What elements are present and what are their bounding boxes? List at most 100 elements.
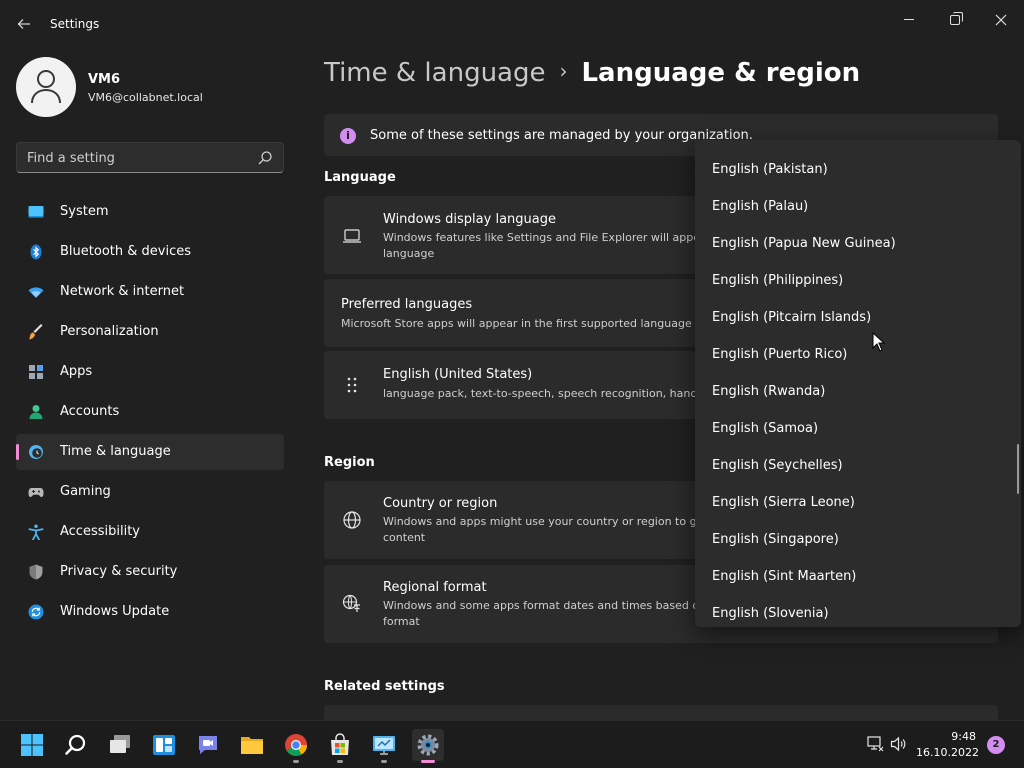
dropdown-option[interactable]: English (Samoa) [695, 411, 1021, 448]
dropdown-top-padding [695, 140, 1021, 152]
sidebar-item-windows-update[interactable]: Windows Update [16, 594, 284, 630]
search-icon [65, 734, 86, 755]
breadcrumb-parent[interactable]: Time & language [324, 58, 545, 88]
sidebar-item-privacy[interactable]: Privacy & security [16, 554, 284, 590]
card-title: English (United States) [383, 367, 533, 382]
running-indicator [293, 760, 299, 763]
file-explorer-icon [241, 737, 263, 754]
card-title: Regional format [383, 580, 487, 595]
search-input[interactable] [27, 149, 247, 167]
mouse-cursor-icon [872, 332, 886, 352]
system-icon [28, 206, 44, 218]
taskbar-search-button[interactable] [60, 729, 92, 761]
settings-button[interactable] [412, 729, 444, 763]
chrome-button[interactable] [280, 729, 312, 763]
dropdown-scrollbar[interactable] [1017, 444, 1019, 494]
globe-icon [343, 511, 361, 529]
back-button[interactable] [12, 12, 36, 36]
dropdown-option[interactable]: English (Pakistan) [695, 152, 1021, 189]
search-icon[interactable] [257, 150, 273, 166]
clock-date[interactable]: 16.10.2022 [916, 746, 979, 759]
dropdown-option-label: English (Rwanda) [712, 384, 826, 399]
sidebar-item-bluetooth[interactable]: Bluetooth & devices [16, 234, 284, 270]
dropdown-option[interactable]: English (Pitcairn Islands) [695, 300, 1021, 337]
dropdown-option-label: English (Singapore) [712, 532, 839, 547]
sidebar-nav: System Bluetooth & devices Network & int… [16, 194, 284, 634]
sidebar-item-label: Network & internet [60, 284, 185, 299]
sidebar-item-network[interactable]: Network & internet [16, 274, 284, 310]
minimize-button[interactable] [886, 4, 932, 36]
sidebar-item-label: System [60, 204, 109, 219]
sidebar-item-label: Apps [60, 364, 93, 379]
related-settings-card[interactable] [324, 705, 998, 720]
store-button[interactable] [324, 729, 356, 763]
remote-desktop-button[interactable] [368, 729, 400, 763]
dropdown-option[interactable]: English (Seychelles) [695, 448, 1021, 485]
user-email: VM6@collabnet.local [88, 91, 203, 104]
task-view-button[interactable] [104, 729, 136, 761]
sidebar-item-label: Privacy & security [60, 564, 178, 579]
close-icon [995, 14, 1007, 25]
sidebar-item-gaming[interactable]: Gaming [16, 474, 284, 510]
store-icon [331, 733, 349, 755]
network-tray-icon[interactable] [866, 735, 884, 753]
dropdown-option[interactable]: English (Palau) [695, 189, 1021, 226]
widgets-button[interactable] [148, 729, 180, 761]
sidebar-item-label: Personalization [60, 324, 159, 339]
dropdown-option-label: English (Slovenia) [712, 606, 829, 621]
dropdown-option-label: English (Sint Maarten) [712, 569, 857, 584]
accessibility-icon [28, 524, 44, 540]
dropdown-option[interactable]: English (Puerto Rico) [695, 337, 1021, 374]
search-box [16, 142, 284, 173]
clock-time[interactable]: 9:48 [930, 730, 976, 743]
dropdown-option[interactable]: English (Philippines) [695, 263, 1021, 300]
dropdown-option-label: English (Pitcairn Islands) [712, 310, 872, 325]
page-title: Language & region [581, 58, 861, 88]
sidebar-item-system[interactable]: System [16, 194, 284, 230]
sidebar-item-label: Windows Update [60, 604, 170, 619]
sidebar-item-time-language[interactable]: Time & language [16, 434, 284, 470]
restore-icon [950, 11, 963, 25]
chrome-icon [285, 734, 307, 756]
close-button[interactable] [978, 4, 1024, 36]
accounts-icon [29, 405, 43, 419]
sidebar-item-accessibility[interactable]: Accessibility [16, 514, 284, 550]
title-bar: Settings [0, 0, 1024, 48]
section-title-related: Related settings [324, 679, 445, 694]
dropdown-option[interactable]: English (Singapore) [695, 522, 1021, 559]
user-name: VM6 [88, 72, 121, 87]
minimize-icon [904, 19, 914, 20]
sidebar-item-apps[interactable]: Apps [16, 354, 284, 390]
active-indicator [421, 760, 435, 763]
card-desc: content [383, 531, 426, 544]
country-dropdown-list[interactable]: English (Pakistan) English (Palau) Engli… [695, 140, 1021, 627]
drag-handle-icon[interactable] [342, 375, 362, 395]
back-arrow-icon [17, 19, 30, 29]
sidebar-item-label: Gaming [60, 484, 111, 499]
dropdown-option[interactable]: English (Sierra Leone) [695, 485, 1021, 522]
taskbar [0, 720, 1024, 768]
time-language-icon [29, 445, 43, 459]
dropdown-option-label: English (Papua New Guinea) [712, 236, 896, 251]
volume-icon[interactable] [890, 735, 908, 753]
breadcrumb: Time & language › Language & region [324, 58, 860, 98]
sidebar-item-accounts[interactable]: Accounts [16, 394, 284, 430]
restore-button[interactable] [932, 4, 978, 36]
teams-chat-icon [199, 736, 217, 754]
gaming-icon [28, 488, 44, 497]
dropdown-option[interactable]: English (Rwanda) [695, 374, 1021, 411]
notification-badge[interactable]: 2 [987, 736, 1005, 754]
dropdown-option[interactable]: English (Slovenia) [695, 596, 1021, 627]
dropdown-option[interactable]: English (Sint Maarten) [695, 559, 1021, 596]
sidebar-item-label: Accounts [60, 404, 120, 419]
widgets-icon [153, 735, 175, 755]
apps-icon [29, 365, 43, 379]
teams-chat-button[interactable] [192, 729, 224, 761]
sidebar-item-personalization[interactable]: Personalization [16, 314, 284, 350]
dropdown-option[interactable]: English (Papua New Guinea) [695, 226, 1021, 263]
brush-icon [29, 324, 43, 340]
regional-format-icon [342, 594, 360, 612]
file-explorer-button[interactable] [236, 729, 268, 761]
avatar[interactable] [16, 57, 76, 117]
start-button[interactable] [16, 729, 48, 761]
